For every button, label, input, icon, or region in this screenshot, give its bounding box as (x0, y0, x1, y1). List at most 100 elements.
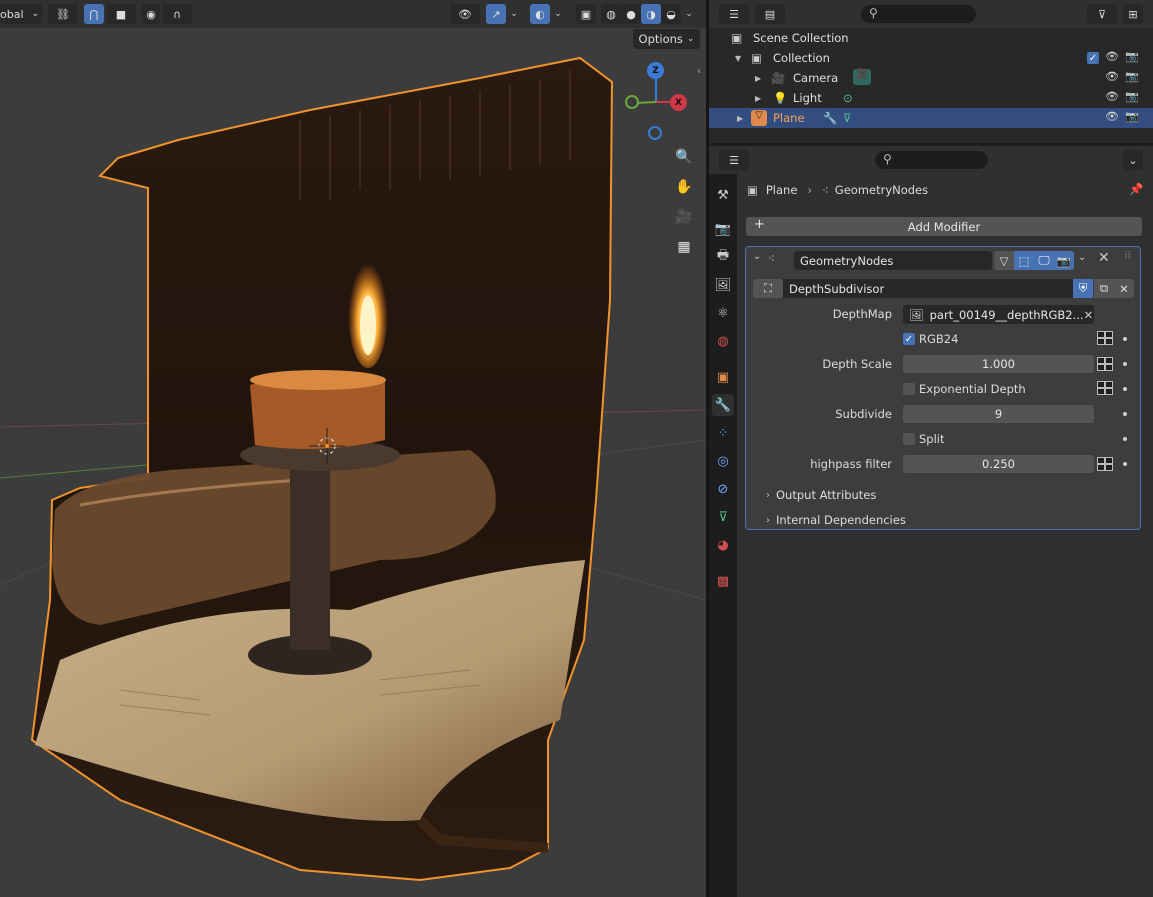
visibility-button[interactable]: 👁 (450, 4, 480, 24)
overlay-toggle[interactable]: ◐ (530, 4, 550, 24)
keyframe-dot-icon[interactable] (1123, 437, 1127, 441)
wrench-icon[interactable]: 🔧 (823, 111, 837, 125)
node-group-name-field[interactable]: DepthSubdivisor (783, 279, 1073, 298)
tab-texture[interactable]: ▩ (712, 570, 734, 592)
keyframe-dot-icon[interactable] (1123, 387, 1127, 391)
eye-icon[interactable]: 👁 (1105, 50, 1119, 63)
expand-triangle-icon[interactable]: ▼ (735, 54, 741, 63)
render-camera-icon[interactable]: 📷 (1125, 70, 1139, 83)
outliner-item-plane[interactable]: ▶ ▽ Plane 🔧 ⊽ 👁 📷 (709, 108, 1153, 128)
subdivide-field[interactable]: 9 (903, 405, 1094, 423)
xray-toggle[interactable]: ▣ (576, 4, 596, 24)
chevron-down-icon[interactable]: ⌄ (1078, 252, 1086, 263)
z-axis-gizmo[interactable]: Z (647, 62, 664, 79)
modifier-name-field[interactable]: GeometryNodes (794, 251, 992, 270)
tab-physics[interactable]: ◎ (712, 450, 734, 472)
properties-search-input[interactable]: ⚲ (875, 151, 988, 169)
mesh-data-icon[interactable]: ⊽ (843, 111, 851, 125)
render-toggle[interactable]: 📷 (1054, 251, 1074, 270)
outliner-search-input[interactable]: ⚲ (861, 5, 976, 23)
light-data-icon[interactable]: ⊙ (843, 91, 853, 105)
keyframe-dot-icon[interactable] (1123, 362, 1127, 366)
transform-orientation-dropdown[interactable]: obal ⌄ (0, 4, 42, 24)
depthmap-image-field[interactable]: 🖼 part_00149__depthRGB2... ✕ (903, 305, 1094, 324)
3d-viewport[interactable]: obal ⌄ ⛓ ⋂ ■ ◉ ∩ 👁 ↗ ⌄ ◐ ⌄ ▣ ◍ ● ◑ ◒ ⌄ O… (0, 0, 706, 897)
collapse-sidebar-icon[interactable]: ‹ (697, 66, 701, 77)
pan-button[interactable]: ✋ (671, 174, 697, 200)
node-group-browse-button[interactable]: ⛶ (753, 279, 783, 298)
tab-world[interactable]: ◍ (712, 330, 734, 352)
collapse-chevron-icon[interactable]: ⌄ (753, 251, 761, 262)
pivot-point-button[interactable]: ⛓ (48, 4, 78, 24)
rendered-shading-button[interactable]: ◒ (661, 4, 681, 24)
viewport-display-toggle[interactable]: 🖵 (1034, 251, 1054, 270)
expand-triangle-icon[interactable]: ▶ (737, 114, 743, 123)
eye-icon[interactable]: 👁 (1105, 70, 1119, 83)
exclude-checkbox[interactable]: ✓ (1087, 52, 1099, 64)
perspective-toggle-button[interactable]: ▦ (671, 234, 697, 260)
tab-tool[interactable]: ⚒ (712, 184, 734, 206)
editor-type-button[interactable]: ☰ (719, 4, 749, 24)
snap-toggle[interactable]: ⋂ (84, 4, 104, 24)
material-preview-button[interactable]: ◑ (641, 4, 661, 24)
gizmo-toggle[interactable]: ↗ (486, 4, 506, 24)
y-axis-negative-gizmo[interactable] (625, 95, 639, 109)
z-axis-negative-gizmo[interactable] (648, 126, 662, 140)
tab-data[interactable]: ⊽ (712, 506, 734, 528)
duplicate-node-group-button[interactable]: ⧉ (1094, 279, 1114, 298)
pin-icon[interactable]: 📌 (1129, 182, 1143, 196)
scene-collection-row[interactable]: ▣ Scene Collection (709, 28, 1153, 48)
tab-object[interactable]: ▣ (712, 366, 734, 388)
internal-dependencies-panel-header[interactable]: › Internal Dependencies (766, 510, 906, 530)
add-modifier-button[interactable]: + Add Modifier (746, 217, 1142, 236)
proportional-edit-toggle[interactable]: ◉ (142, 4, 160, 24)
outliner-item-light[interactable]: ▶ 💡 Light ⊙ 👁 📷 (709, 88, 1153, 108)
render-camera-icon[interactable]: 📷 (1125, 110, 1139, 123)
snap-target-button[interactable]: ■ (106, 4, 136, 24)
output-attributes-panel-header[interactable]: › Output Attributes (766, 485, 876, 505)
options-button[interactable]: Options ⌄ (633, 29, 700, 49)
render-camera-icon[interactable]: 📷 (1125, 50, 1139, 63)
chevron-down-icon[interactable]: ⌄ (552, 4, 564, 24)
zoom-button[interactable]: 🔍 (671, 144, 697, 170)
eye-icon[interactable]: 👁 (1105, 90, 1119, 103)
editor-type-button[interactable]: ☰ (719, 150, 749, 170)
outliner-item-camera[interactable]: ▶ 🎥 Camera 🎥 👁 📷 (709, 68, 1153, 88)
highpass-filter-field[interactable]: 0.250 (903, 455, 1094, 473)
keyframe-dot-icon[interactable] (1123, 412, 1127, 416)
expand-triangle-icon[interactable]: ▶ (755, 74, 761, 83)
solid-shading-button[interactable]: ● (621, 4, 641, 24)
edit-mode-toggle[interactable]: ▽ (994, 251, 1014, 270)
render-camera-icon[interactable]: 📷 (1125, 90, 1139, 103)
keyframe-dot-icon[interactable] (1123, 462, 1127, 466)
camera-view-button[interactable]: 🎥 (671, 204, 697, 230)
chevron-down-icon[interactable]: ⌄ (508, 4, 520, 24)
falloff-button[interactable]: ∩ (162, 4, 192, 24)
unlink-node-group-button[interactable]: ✕ (1114, 279, 1134, 298)
tab-modifiers[interactable]: 🔧 (712, 394, 734, 416)
cage-toggle[interactable]: ⬚ (1014, 251, 1034, 270)
drag-handle-icon[interactable]: ⠿ (1124, 251, 1131, 262)
attribute-toggle-icon[interactable] (1097, 457, 1113, 471)
tab-constraints[interactable]: ⊘ (712, 478, 734, 500)
split-checkbox[interactable] (903, 433, 915, 445)
close-icon[interactable]: ✕ (1098, 250, 1110, 266)
new-collection-button[interactable]: ⊞ (1123, 4, 1143, 24)
eye-icon[interactable]: 👁 (1105, 110, 1119, 123)
tab-output[interactable]: 🖶 (712, 246, 734, 268)
camera-data-icon[interactable]: 🎥 (853, 69, 871, 85)
tab-scene[interactable]: ⚛ (712, 302, 734, 324)
fake-user-toggle[interactable]: ⛨ (1073, 279, 1093, 298)
chevron-down-icon[interactable]: ⌄ (683, 4, 695, 24)
attribute-toggle-icon[interactable] (1097, 381, 1113, 395)
x-axis-gizmo[interactable]: X (670, 94, 687, 111)
expand-triangle-icon[interactable]: ▶ (755, 94, 761, 103)
exponential-depth-checkbox[interactable] (903, 383, 915, 395)
tab-view-layer[interactable]: 🖼 (712, 274, 734, 296)
close-icon[interactable]: ✕ (1084, 308, 1094, 322)
rgb24-checkbox[interactable]: ✓ (903, 333, 915, 345)
tab-render[interactable]: 📷 (712, 218, 734, 240)
display-mode-button[interactable]: ▤ (755, 4, 785, 24)
filter-button[interactable]: ⊽ (1087, 4, 1117, 24)
depth-scale-field[interactable]: 1.000 (903, 355, 1094, 373)
